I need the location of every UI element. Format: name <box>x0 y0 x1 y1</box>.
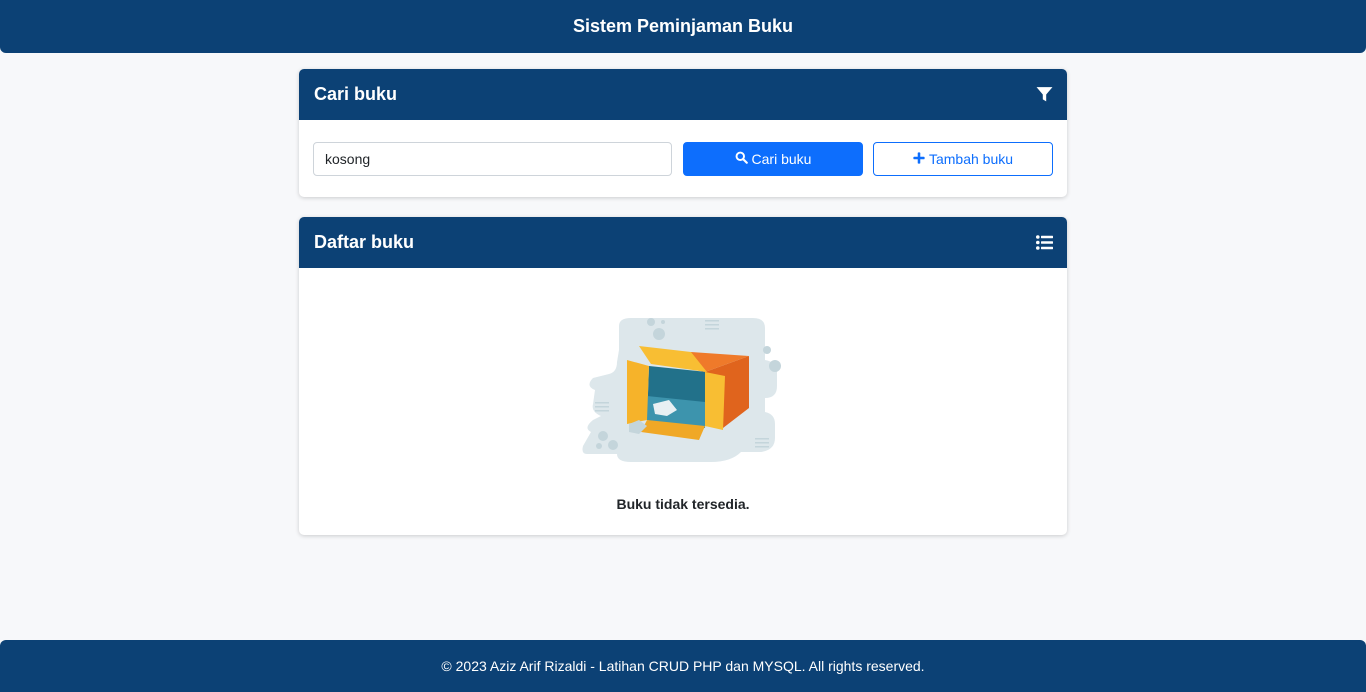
search-card-body: Cari buku Tambah buku <box>299 120 1067 197</box>
add-book-button-label: Tambah buku <box>928 151 1014 167</box>
search-card: Cari buku Cari buku T <box>299 69 1067 197</box>
empty-message: Buku tidak tersedia. <box>616 496 750 512</box>
search-button-label: Cari buku <box>751 151 812 167</box>
search-button[interactable]: Cari buku <box>683 142 863 176</box>
footer: © 2023 Aziz Arif Rizaldi - Latihan CRUD … <box>0 640 1366 692</box>
empty-box-illustration <box>582 318 781 462</box>
search-card-header: Cari buku <box>299 69 1067 120</box>
book-list-body: Buku tidak tersedia. <box>299 268 1067 535</box>
app-title: Sistem Peminjaman Buku <box>572 16 794 36</box>
search-input[interactable] <box>313 142 672 176</box>
book-list-card-header: Daftar buku <box>299 217 1067 268</box>
book-list-card-title: Daftar buku <box>314 232 415 252</box>
footer-text: © 2023 Aziz Arif Rizaldi - Latihan CRUD … <box>441 658 925 674</box>
search-card-title: Cari buku <box>314 84 398 104</box>
app-header: Sistem Peminjaman Buku <box>0 0 1366 53</box>
filter-icon[interactable] <box>1036 86 1053 103</box>
list-icon <box>1036 235 1053 250</box>
book-list-card: Daftar buku Buku tidak tersedia. <box>299 217 1067 535</box>
add-book-button[interactable]: Tambah buku <box>873 142 1053 176</box>
plus-icon <box>913 151 925 167</box>
search-icon <box>735 151 748 167</box>
